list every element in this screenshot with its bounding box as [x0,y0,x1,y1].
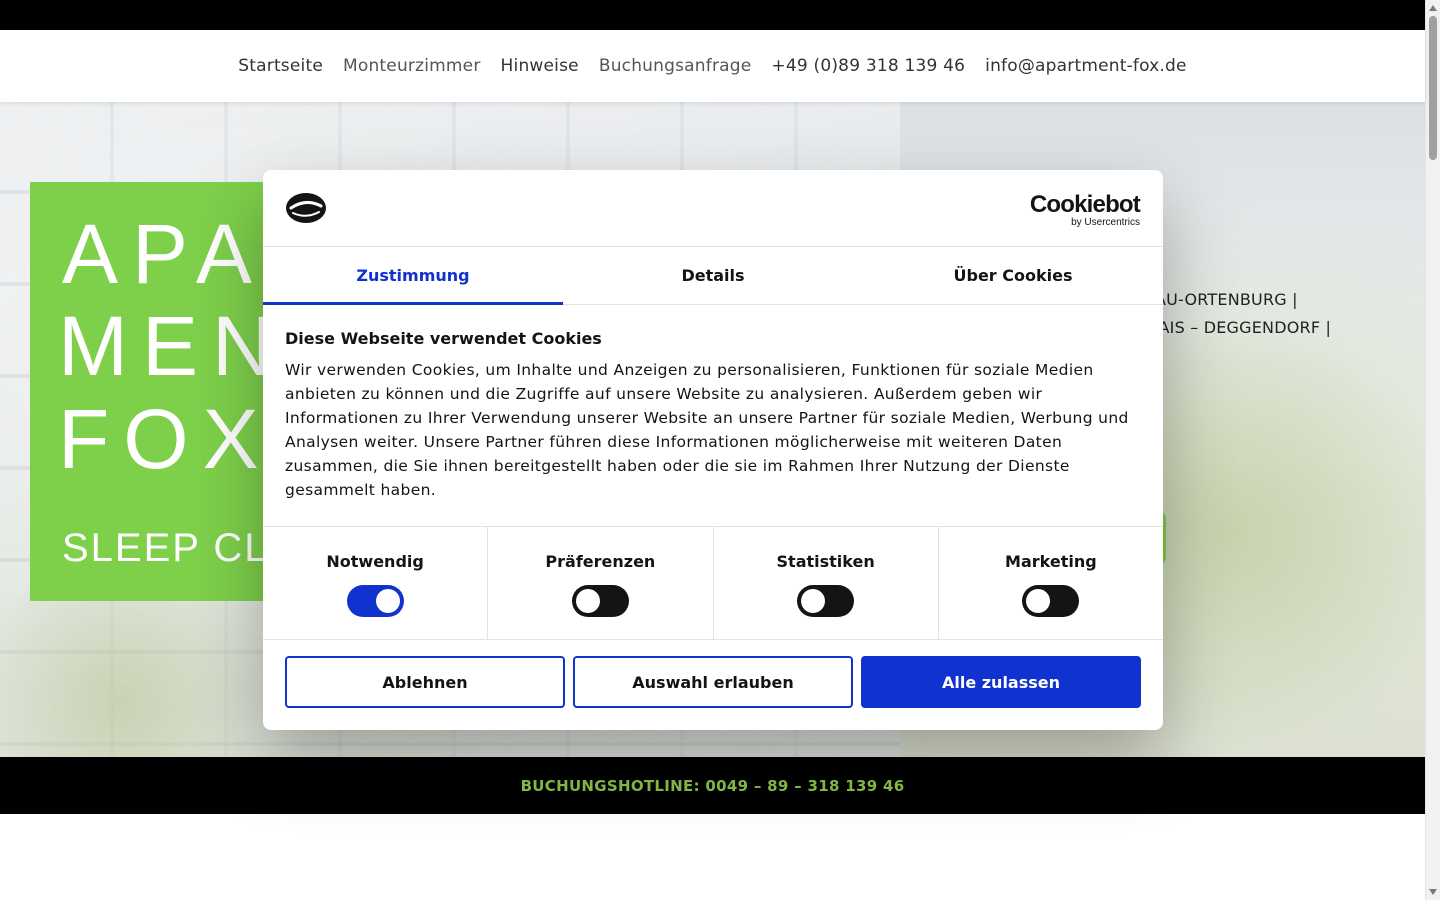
category-label: Notwendig [326,552,424,571]
dialog-tabs: Zustimmung Details Über Cookies [263,247,1163,305]
cookiebot-name: Cookiebot [1029,191,1141,218]
page: Startseite Monteurzimmer Hinweise Buchun… [0,0,1440,900]
site-logo-icon [286,193,326,223]
category-notwendig: Notwendig [263,527,489,639]
hotline-bar: BUCHUNGSHOTLINE: 0049 – 89 – 318 139 46 [0,757,1425,814]
nav-phone-link[interactable]: +49 (0)89 318 139 46 [771,56,965,76]
brand-line-1: APA [62,207,266,301]
scroll-up-arrow-icon[interactable] [1429,5,1437,11]
toggle-knob [575,589,600,613]
consent-categories: Notwendig Präferenzen Statistiken Market… [263,526,1163,640]
allow-selection-button[interactable]: Auswahl erlauben [573,656,853,708]
cookie-consent-dialog: Cookiebot by Usercentrics Zustimmung Det… [263,170,1163,730]
toggle-knob [375,589,400,613]
nav-monteurzimmer[interactable]: Monteurzimmer [343,56,481,76]
tab-details[interactable]: Details [563,247,863,304]
nav-email-link[interactable]: info@apartment-fox.de [985,56,1187,76]
allow-all-button[interactable]: Alle zulassen [861,656,1141,708]
tab-zustimmung[interactable]: Zustimmung [263,247,563,305]
nav-startseite[interactable]: Startseite [238,56,323,76]
nav-hinweise[interactable]: Hinweise [501,56,579,76]
dialog-title: Diese Webseite verwendet Cookies [285,329,602,348]
brand-line-3: FOX [58,392,273,486]
toggle-knob [1026,589,1051,613]
toggle-knob [801,589,826,613]
cookiebot-logo[interactable]: Cookiebot by Usercentrics [1029,191,1141,229]
category-praeferenzen: Präferenzen [488,527,714,639]
dialog-body: Diese Webseite verwendet Cookies Wir ver… [263,305,1163,526]
cookiebot-sub: by Usercentrics [1071,217,1140,228]
toggle-notwendig[interactable] [346,585,404,617]
page-scrollbar[interactable] [1425,0,1440,900]
tab-ueber-cookies[interactable]: Über Cookies [863,247,1163,304]
category-marketing: Marketing [939,527,1163,639]
dialog-header: Cookiebot by Usercentrics [263,170,1163,247]
decline-button[interactable]: Ablehnen [285,656,565,708]
dialog-buttons: Ablehnen Auswahl erlauben Alle zulassen [263,640,1163,708]
category-label: Statistiken [776,552,875,571]
brand-line-2: MEN [58,299,287,393]
top-black-bar [0,0,1425,30]
nav-buchungsanfrage[interactable]: Buchungsanfrage [599,56,752,76]
hotline-text[interactable]: BUCHUNGSHOTLINE: 0049 – 89 – 318 139 46 [521,777,905,795]
scroll-down-arrow-icon[interactable] [1429,889,1437,895]
main-navigation: Startseite Monteurzimmer Hinweise Buchun… [0,30,1425,102]
dialog-description: Wir verwenden Cookies, um Inhalte und An… [285,361,1129,499]
toggle-statistiken[interactable] [797,585,855,617]
category-label: Präferenzen [545,552,656,571]
category-label: Marketing [1005,552,1097,571]
toggle-marketing[interactable] [1022,585,1080,617]
toggle-praeferenzen[interactable] [571,585,629,617]
category-statistiken: Statistiken [714,527,939,639]
scrollbar-thumb[interactable] [1429,16,1437,160]
